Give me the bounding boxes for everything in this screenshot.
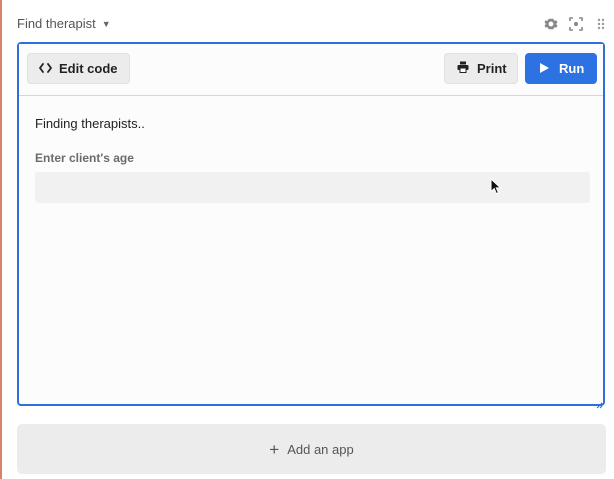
plus-icon: + [269,439,280,459]
add-app-button[interactable]: + Add an app [17,424,606,474]
focus-icon[interactable] [568,16,583,31]
run-label: Run [559,61,585,76]
edit-code-label: Edit code [59,61,118,76]
play-icon [540,61,549,76]
add-app-label: Add an app [287,441,354,457]
drag-handle-icon[interactable] [593,16,608,31]
age-field-label: Enter client's age [35,151,134,165]
left-border [0,0,2,479]
print-label: Print [477,61,507,76]
code-icon [39,61,52,76]
edit-code-button[interactable]: Edit code [27,53,130,84]
age-input[interactable] [35,172,590,203]
resize-handle-icon[interactable] [595,396,603,409]
printer-icon [457,61,469,76]
app-title-dropdown[interactable]: Find therapist ▼ [17,16,111,31]
app-toolbar: Edit code Print Run [19,44,603,96]
mouse-cursor-icon [490,177,502,200]
app-title: Find therapist [17,16,96,31]
app-content: Finding therapists.. Enter client's age [19,96,603,203]
header-icons [543,16,608,31]
caret-down-icon: ▼ [101,19,111,29]
run-button[interactable]: Run [525,53,597,84]
status-text: Finding therapists.. [35,116,145,131]
gear-icon[interactable] [543,16,558,31]
print-button[interactable]: Print [444,53,518,84]
app-frame: Edit code Print Run Finding therapists.. [17,42,605,409]
